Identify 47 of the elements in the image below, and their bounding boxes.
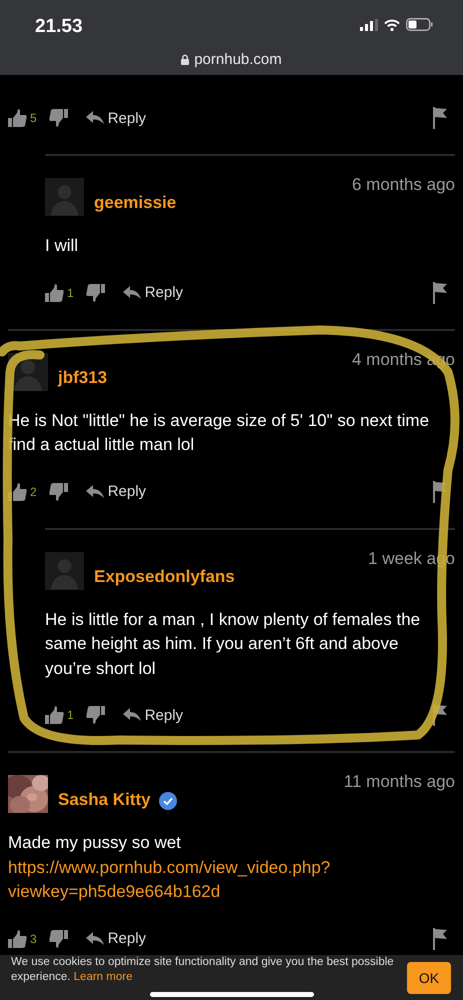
ok-button[interactable]: OK [407,962,451,994]
like-count: 1 [67,708,74,722]
reply-button[interactable]: Reply [86,483,146,500]
reply-arrow-icon [122,286,141,300]
flag-icon[interactable] [433,282,447,304]
reply-arrow-icon [86,932,104,946]
reply-arrow-icon [86,111,104,125]
reply-arrow-icon [122,708,141,722]
like-count: 3 [30,932,37,946]
comment-time: 6 months ago [352,175,455,195]
thumbs-down-icon[interactable] [48,109,68,127]
comment-time: 11 months ago [344,772,455,792]
thumbs-up-icon[interactable] [45,706,64,724]
thumbs-down-icon[interactable] [48,482,68,500]
like-count: 5 [30,111,37,125]
thumbs-up-icon[interactable] [8,109,27,127]
reply-button[interactable]: Reply [122,284,184,301]
reply-button[interactable]: Reply [86,930,146,947]
learn-more-link[interactable]: Learn more [74,971,132,983]
username-link[interactable]: Sasha Kitty [58,790,151,810]
cookie-text: We use cookies to optimize site functionality and give you the best possible experience. Learn more [11,955,395,985]
wifi-icon [384,18,400,30]
thumbs-up-icon[interactable] [8,930,27,948]
comment-link[interactable]: https://www.pornhub.com/view_video.php?viewkey=ph5de9e664b162d [8,856,370,904]
thumbs-down-icon[interactable] [86,706,105,724]
username-link[interactable]: geemissie [94,193,176,213]
reply-button[interactable]: Reply [122,706,184,724]
thumbs-down-icon[interactable] [48,930,68,948]
battery-icon [406,18,433,31]
comment-text: I will [45,235,80,257]
like-count: 1 [67,286,74,300]
thumbs-down-icon[interactable] [86,284,105,302]
reply-button[interactable]: Reply [86,110,146,126]
flag-icon[interactable] [433,107,447,129]
flag-icon[interactable] [433,704,447,726]
flag-icon[interactable] [433,928,447,950]
comment-text: Made my pussy so wet [8,832,182,854]
reply-arrow-icon [86,484,104,498]
username-link[interactable]: Exposedonlyfans [94,566,235,586]
url-text: pornhub.com [194,51,282,68]
comment-text: He is little for a man , I know plenty of females the same height as him. If you aren’t 6ft and above you’re short lol [45,608,422,680]
thumbs-up-icon[interactable] [45,284,64,302]
status-time: 21.53 [35,16,83,38]
like-count: 2 [30,484,37,498]
signal-icon [360,18,378,30]
username-link[interactable]: jbf313 [58,368,108,388]
lock-icon [181,54,190,65]
